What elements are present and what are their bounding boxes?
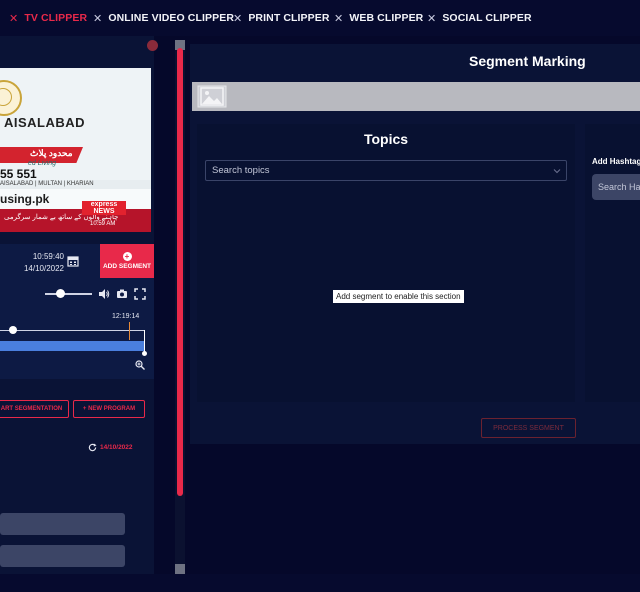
volume-slider[interactable] xyxy=(45,293,92,295)
add-segment-label: ADD SEGMENT xyxy=(102,263,152,270)
topics-title: Topics xyxy=(363,131,409,147)
scrollbar[interactable] xyxy=(175,40,185,574)
bottom-bar xyxy=(0,574,640,592)
hashtag-search-input[interactable] xyxy=(592,174,640,200)
chevron-down-icon[interactable] xyxy=(553,167,561,175)
image-bar xyxy=(192,82,640,111)
fullscreen-icon[interactable] xyxy=(134,288,146,300)
process-segment-button[interactable]: PROCESS SEGMENT xyxy=(481,418,576,438)
add-segment-button[interactable]: + ADD SEGMENT xyxy=(100,244,154,278)
new-program-button[interactable]: + NEW PROGRAM xyxy=(73,400,145,418)
volume-icon[interactable] xyxy=(98,288,110,300)
video-banner-text: محدود پلاٹ xyxy=(30,148,73,158)
scroll-thumb[interactable] xyxy=(177,48,183,496)
clip-icon: ✕ xyxy=(334,12,344,25)
start-segmentation-button[interactable]: ART SEGMENTATION xyxy=(0,400,69,418)
volume-knob[interactable] xyxy=(56,289,65,298)
page-title: Segment Marking xyxy=(469,53,586,69)
clip-icon: ✕ xyxy=(93,12,103,25)
clip-icon: ✕ xyxy=(427,12,437,25)
nav-tv-clipper[interactable]: ✕ TV CLIPPER xyxy=(9,11,87,25)
plus-icon: + xyxy=(122,252,132,261)
channel-logo: express NEWS xyxy=(82,201,126,215)
nav-label: WEB CLIPPER xyxy=(349,12,424,24)
nav-social-clipper[interactable]: ✕ SOCIAL CLIPPER xyxy=(427,11,532,25)
nav-label: PRINT CLIPPER xyxy=(248,12,330,24)
nav-web-clipper[interactable]: ✕ WEB CLIPPER xyxy=(334,11,423,25)
timeline-segment-bar[interactable] xyxy=(0,341,144,351)
timeline-track[interactable] xyxy=(0,330,145,331)
timeline-marker[interactable] xyxy=(129,322,130,340)
video-strip: AISALABAD | MULTAN | KHARIAN xyxy=(0,180,151,189)
current-date: 14/10/2022 xyxy=(23,264,64,273)
current-time: 10:59:40 xyxy=(32,252,64,261)
scroll-down-arrow[interactable] xyxy=(175,564,185,574)
top-nav: ✕ TV CLIPPER ✕ ONLINE VIDEO CLIPPER ✕ PR… xyxy=(0,0,640,36)
left-input-field-1[interactable] xyxy=(0,513,125,535)
zoom-in-icon[interactable] xyxy=(135,360,145,370)
camera-icon[interactable] xyxy=(116,288,128,300)
close-icon[interactable] xyxy=(147,40,158,51)
hashtag-panel: Add Hashtag xyxy=(585,124,640,402)
timeline-end-handle[interactable] xyxy=(142,351,147,356)
clip-icon: ✕ xyxy=(233,12,243,25)
channel-time: 10:59 AM xyxy=(90,221,116,227)
nav-print-clipper[interactable]: ✕ PRINT CLIPPER xyxy=(233,11,330,25)
logo xyxy=(0,80,22,116)
video-website: using.pk xyxy=(0,189,151,209)
timeline-handle[interactable] xyxy=(9,326,17,334)
video-subtitle: ed Living xyxy=(28,160,57,167)
video-city-text: AISALABAD xyxy=(4,115,86,130)
video-player[interactable]: AISALABAD محدود پلاٹ ed Living 55 551 AI… xyxy=(0,68,151,232)
nav-label: ONLINE VIDEO CLIPPER xyxy=(108,12,235,24)
timeline-end-time: 12:19:14 xyxy=(112,313,140,320)
hashtag-label: Add Hashtag xyxy=(592,157,640,166)
news-ticker: چاہنے والوں کے ساتھ بے شمار سرگرمی expre… xyxy=(0,201,151,232)
topics-disabled-hint: Add segment to enable this section xyxy=(333,290,464,303)
clip-icon: ✕ xyxy=(9,12,19,25)
nav-label: SOCIAL CLIPPER xyxy=(442,12,532,24)
refresh-date: 14/10/2022 xyxy=(100,444,133,451)
search-topics-input[interactable] xyxy=(205,160,567,181)
nav-online-video-clipper[interactable]: ✕ ONLINE VIDEO CLIPPER xyxy=(93,11,234,25)
topics-panel: Topics Add segment to enable this sectio… xyxy=(197,124,575,402)
calendar-icon[interactable] xyxy=(67,255,79,267)
left-input-field-2[interactable] xyxy=(0,545,125,567)
nav-label: TV CLIPPER xyxy=(24,12,88,24)
refresh-icon[interactable] xyxy=(88,443,97,452)
image-icon xyxy=(197,85,227,108)
video-phone: 55 551 xyxy=(0,167,37,181)
refresh-row[interactable]: 14/10/2022 xyxy=(88,443,133,452)
